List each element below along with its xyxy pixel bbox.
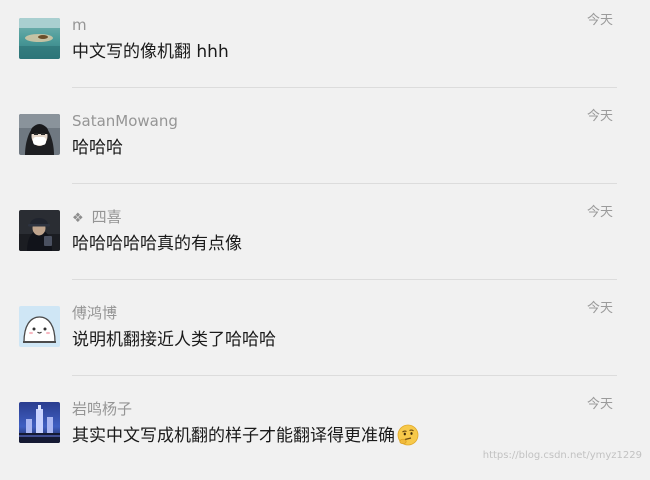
comment-text: 其实中文写成机翻的样子才能翻译得更准确 <box>72 424 419 448</box>
comment-text: 哈哈哈哈哈真的有点像 <box>72 234 242 254</box>
comment-text-body: 其实中文写成机翻的样子才能翻译得更准确 <box>72 426 395 446</box>
divider <box>72 87 617 88</box>
avatar[interactable] <box>19 402 60 443</box>
night-building-avatar-icon <box>19 402 60 443</box>
diamond-badge-icon: ❖ <box>72 211 84 226</box>
avatar[interactable] <box>19 114 60 155</box>
comment-time: 今天 <box>586 397 613 412</box>
commenter-name-text: m <box>72 16 87 34</box>
comment-item: SatanMowang 今天 哈哈哈 <box>0 96 650 192</box>
divider <box>72 375 617 376</box>
comment-text: 中文写的像机翻 hhh <box>72 42 229 62</box>
comment-time: 今天 <box>586 205 613 220</box>
commenter-name-text: 岩鸣杨子 <box>72 400 133 418</box>
divider <box>72 183 617 184</box>
comment-text: 说明机翻接近人类了哈哈哈 <box>72 330 276 350</box>
comment-list: m 今天 中文写的像机翻 hhh SatanMowang 今天 哈哈哈 ❖ 四喜… <box>0 0 650 466</box>
cartoon-rice-ball-avatar-icon <box>19 306 60 347</box>
avatar[interactable] <box>19 210 60 251</box>
thinking-face-emoji-icon <box>397 424 419 446</box>
comment-item: m 今天 中文写的像机翻 hhh <box>0 0 650 96</box>
commenter-name[interactable]: SatanMowang <box>72 111 178 131</box>
comment-item: ❖ 四喜 今天 哈哈哈哈哈真的有点像 <box>0 192 650 288</box>
avatar[interactable] <box>19 306 60 347</box>
masked-person-avatar-icon <box>19 114 60 155</box>
commenter-name-text: SatanMowang <box>72 112 178 130</box>
comment-text: 哈哈哈 <box>72 138 123 158</box>
divider <box>72 279 617 280</box>
commenter-name[interactable]: 岩鸣杨子 <box>72 399 132 419</box>
person-in-cap-avatar-icon <box>19 210 60 251</box>
commenter-name-text: 四喜 <box>91 208 122 226</box>
seascape-avatar-icon <box>19 18 60 59</box>
watermark: https://blog.csdn.net/ymyz1229 <box>482 450 642 461</box>
commenter-name[interactable]: m <box>72 15 87 35</box>
commenter-name[interactable]: 傅鸿博 <box>72 303 117 323</box>
comment-item: 傅鸿博 今天 说明机翻接近人类了哈哈哈 <box>0 288 650 384</box>
comment-time: 今天 <box>586 109 613 124</box>
avatar[interactable] <box>19 18 60 59</box>
commenter-name-text: 傅鸿博 <box>72 304 118 322</box>
comment-time: 今天 <box>586 13 613 28</box>
commenter-name[interactable]: ❖ 四喜 <box>72 207 122 229</box>
comment-time: 今天 <box>586 301 613 316</box>
